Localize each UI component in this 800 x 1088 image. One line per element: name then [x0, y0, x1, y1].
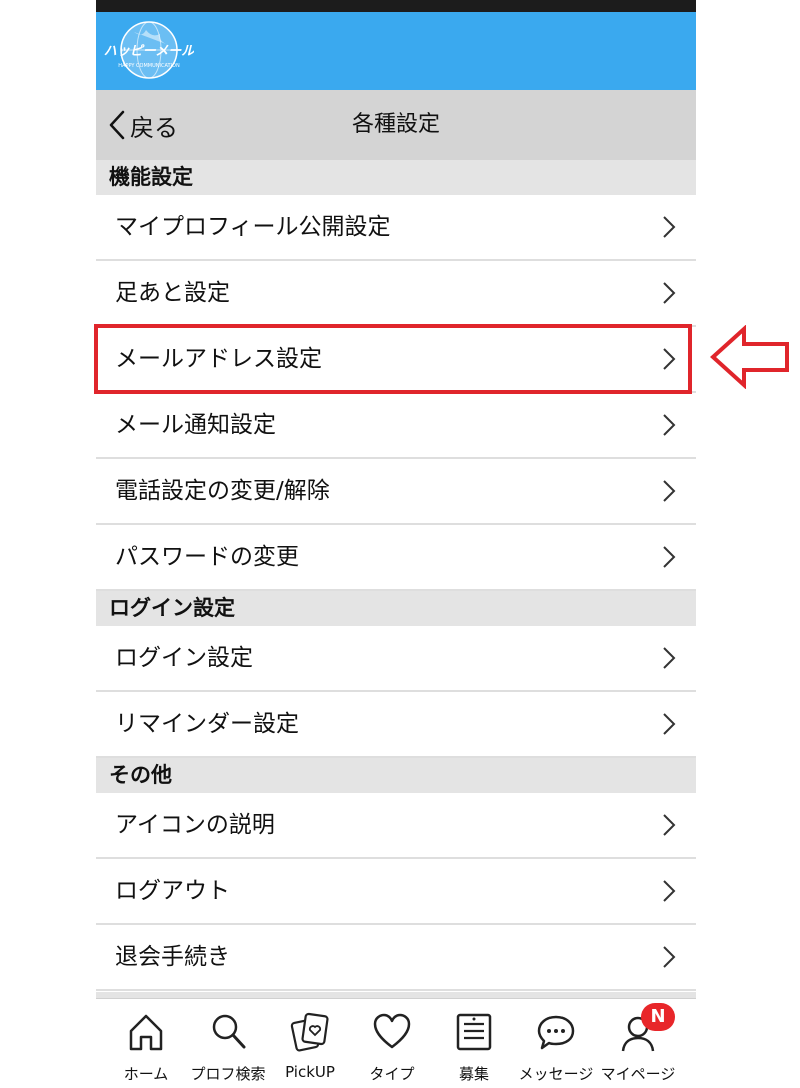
row-label: ログイン設定 [115, 645, 253, 671]
row-label: ログアウト [115, 878, 230, 904]
chevron-right-icon [663, 880, 676, 902]
happymail-logo: ハッピーメール HAPPY COMMUNICATION [104, 21, 194, 79]
settings-row-password[interactable]: パスワードの変更 [96, 525, 696, 591]
tab-label: PickUP [285, 1063, 335, 1081]
tab-message[interactable]: メッセージ [515, 999, 597, 1088]
back-label: 戻る [130, 113, 178, 142]
heart-icon [373, 1013, 411, 1049]
chevron-right-icon [663, 480, 676, 502]
settings-row-logout[interactable]: ログアウト [96, 859, 696, 925]
tab-label: 募集 [458, 1065, 489, 1083]
chat-bubble-icon [537, 1015, 575, 1050]
tab-home[interactable]: ホーム [105, 999, 187, 1088]
annotation-arrow-icon [710, 325, 789, 389]
tab-label: マイページ [600, 1065, 676, 1083]
navigation-bar: 戻る 各種設定 [96, 90, 696, 160]
tab-profile-search[interactable]: プロフ検索 [187, 999, 269, 1088]
row-label: アイコンの説明 [115, 812, 275, 838]
chevron-right-icon [663, 348, 676, 370]
tab-label: プロフ検索 [190, 1065, 266, 1083]
row-label: メール通知設定 [115, 412, 276, 438]
back-button[interactable]: 戻る [108, 108, 178, 142]
settings-row-profile-visibility[interactable]: マイプロフィール公開設定 [96, 195, 696, 261]
row-label: マイプロフィール公開設定 [115, 214, 391, 240]
settings-row-phone[interactable]: 電話設定の変更/解除 [96, 459, 696, 525]
tab-label: メッセージ [518, 1065, 594, 1083]
settings-row-email-address[interactable]: メールアドレス設定 [96, 327, 696, 393]
home-icon [129, 1014, 163, 1051]
back-chevron-icon [109, 110, 125, 140]
chevron-right-icon [663, 282, 676, 304]
row-label: リマインダー設定 [115, 711, 299, 737]
logo-text: ハッピーメール [104, 44, 194, 59]
row-label: 退会手続き [115, 944, 230, 970]
settings-row-login[interactable]: ログイン設定 [96, 626, 696, 692]
tab-type[interactable]: タイプ [351, 999, 433, 1088]
status-bar [96, 0, 696, 12]
chevron-right-icon [663, 946, 676, 968]
row-label: パスワードの変更 [115, 544, 299, 570]
tab-label: ホーム [123, 1065, 169, 1083]
row-label: 電話設定の変更/解除 [115, 478, 330, 504]
chevron-right-icon [663, 814, 676, 836]
section-header-other: その他 [96, 758, 696, 793]
row-label: メールアドレス設定 [115, 346, 322, 372]
pickup-cards-icon [290, 1012, 329, 1052]
settings-row-footprint[interactable]: 足あと設定 [96, 261, 696, 327]
settings-row-email-notification[interactable]: メール通知設定 [96, 393, 696, 459]
tab-mypage[interactable]: N マイページ [597, 999, 679, 1088]
chevron-right-icon [663, 713, 676, 735]
logo-subtext: HAPPY COMMUNICATION [118, 63, 180, 69]
tab-pickup[interactable]: PickUP [269, 999, 351, 1088]
row-label: 足あと設定 [115, 280, 230, 306]
settings-row-icon-guide[interactable]: アイコンの説明 [96, 793, 696, 859]
chevron-right-icon [663, 216, 676, 238]
brand-header: ハッピーメール HAPPY COMMUNICATION [96, 12, 696, 90]
section-header-function: 機能設定 [96, 160, 696, 195]
page-title: 各種設定 [351, 112, 440, 137]
tab-label: タイプ [369, 1065, 415, 1083]
search-icon [212, 1014, 246, 1049]
notification-badge: N [641, 1003, 675, 1031]
chevron-right-icon [663, 546, 676, 568]
chevron-right-icon [663, 647, 676, 669]
section-header-login: ログイン設定 [96, 591, 696, 626]
tab-bulletin[interactable]: 募集 [433, 999, 515, 1088]
chevron-right-icon [663, 414, 676, 436]
bottom-tab-bar: ホーム プロフ検索 PickUP タイプ 募集 メッセージ N マイページ [96, 998, 696, 1088]
settings-row-reminder[interactable]: リマインダー設定 [96, 692, 696, 758]
settings-row-withdraw[interactable]: 退会手続き [96, 925, 696, 991]
settings-screen: ハッピーメール HAPPY COMMUNICATION 戻る 各種設定 機能設定… [96, 0, 696, 1088]
bulletin-board-icon [456, 1013, 492, 1051]
